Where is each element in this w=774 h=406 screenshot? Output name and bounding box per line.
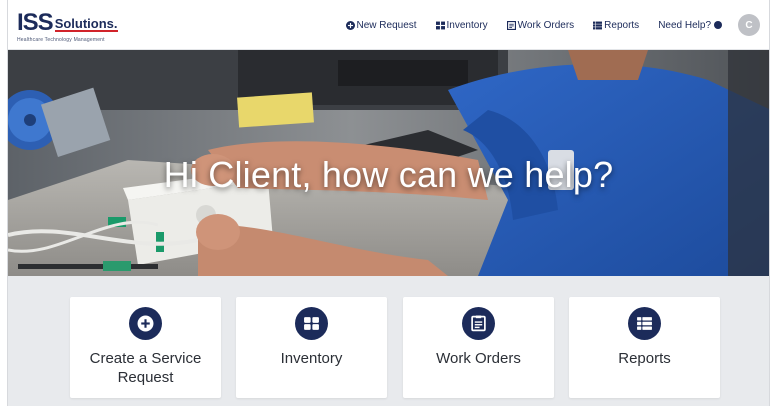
top-nav: New Request Inventory Work Orders Report… xyxy=(345,0,770,50)
plus-circle-icon xyxy=(345,20,355,30)
help-circle-icon xyxy=(714,21,722,29)
card-inventory[interactable]: Inventory xyxy=(236,297,387,398)
clipboard-icon xyxy=(506,20,516,30)
card-label: Create a Service Request xyxy=(89,350,202,386)
card-label: Work Orders xyxy=(436,350,521,367)
avatar[interactable]: C xyxy=(738,14,760,36)
need-help-label: Need Help? xyxy=(658,19,711,31)
card-reports[interactable]: Reports xyxy=(569,297,720,398)
page-frame: ISS Solutions. Healthcare Technology Man… xyxy=(7,0,770,406)
nav-inventory-label: Inventory xyxy=(446,19,488,31)
hero-title: Hi Client, how can we help? xyxy=(163,154,614,195)
list-icon xyxy=(628,307,661,340)
list-icon xyxy=(593,21,603,29)
nav-new-request[interactable]: New Request xyxy=(345,19,417,31)
clipboard-icon xyxy=(462,307,495,340)
logo-main-text: ISS xyxy=(17,9,54,36)
grid-icon xyxy=(435,21,445,29)
card-label: Reports xyxy=(618,350,671,367)
hero-banner: Hi Client, how can we help? xyxy=(8,50,769,276)
need-help-link[interactable]: Need Help? xyxy=(658,20,722,31)
logo-sub-text: Solutions. xyxy=(54,16,118,32)
quick-actions: Create a Service Request Inventory Work … xyxy=(8,276,769,406)
avatar-initial: C xyxy=(745,19,753,31)
nav-reports-label: Reports xyxy=(604,19,640,31)
card-work-orders[interactable]: Work Orders xyxy=(403,297,554,398)
nav-work-orders-label: Work Orders xyxy=(517,19,575,31)
card-create-service-request[interactable]: Create a Service Request xyxy=(70,297,221,398)
nav-inventory[interactable]: Inventory xyxy=(435,19,488,31)
card-label: Inventory xyxy=(280,350,343,367)
nav-reports[interactable]: Reports xyxy=(593,20,639,31)
nav-new-request-label: New Request xyxy=(356,19,417,31)
top-header: ISS Solutions. Healthcare Technology Man… xyxy=(8,0,769,50)
grid-icon xyxy=(295,307,328,340)
logo-tagline: Healthcare Technology Management xyxy=(17,37,105,43)
nav-work-orders[interactable]: Work Orders xyxy=(506,19,575,31)
logo[interactable]: ISS Solutions. Healthcare Technology Man… xyxy=(17,11,118,43)
plus-circle-icon xyxy=(129,307,162,340)
